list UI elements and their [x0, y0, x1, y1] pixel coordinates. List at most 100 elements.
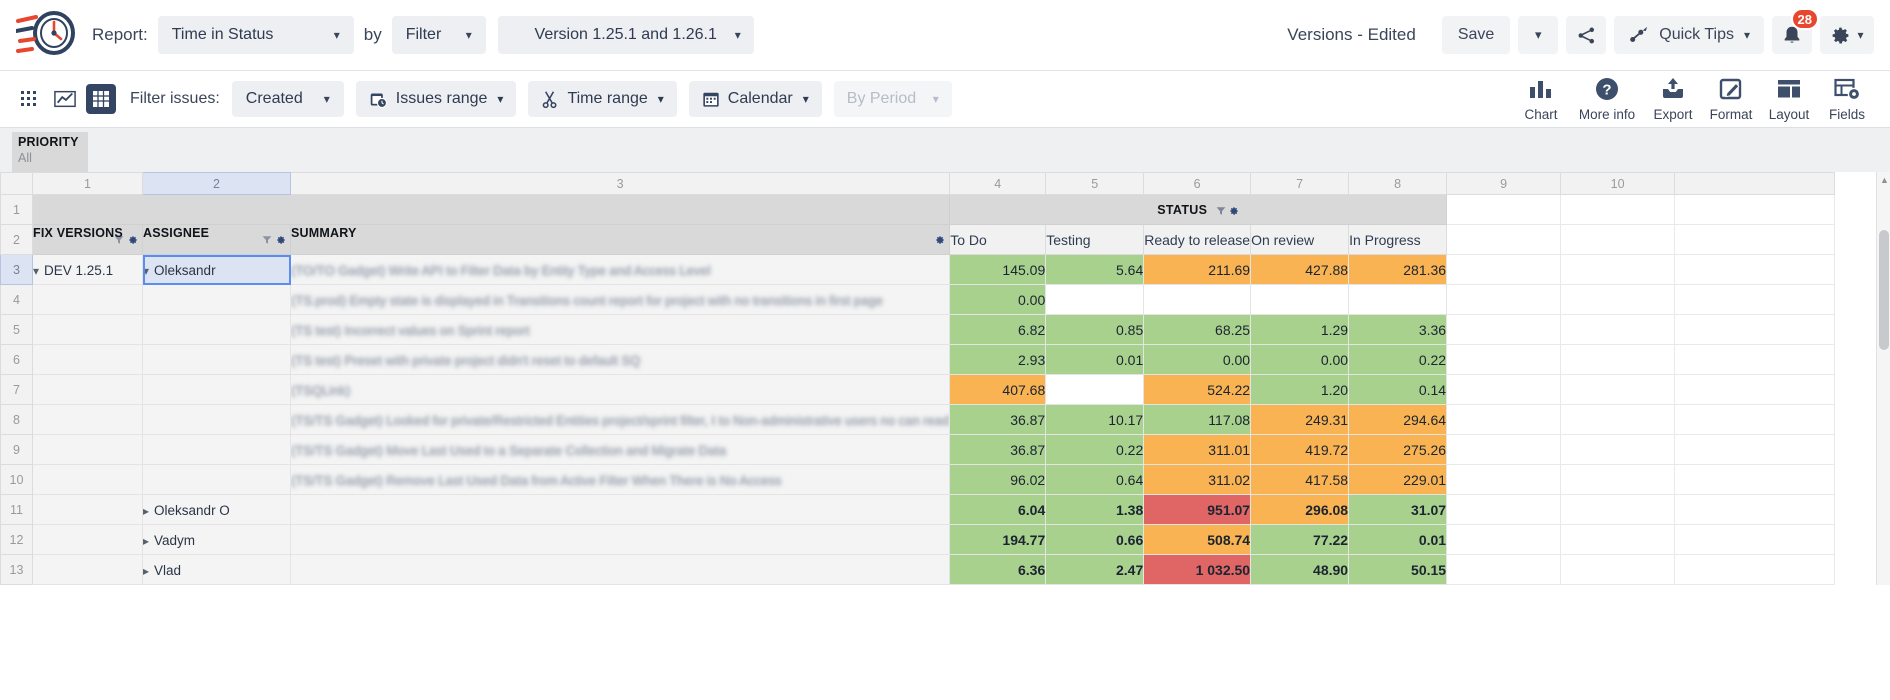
- cell-status-value[interactable]: 294.64: [1349, 405, 1447, 435]
- cell-status-value[interactable]: 1.20: [1251, 375, 1349, 405]
- cell-status-value[interactable]: 10.17: [1046, 405, 1144, 435]
- by-period-select[interactable]: By Period ▾: [834, 81, 952, 117]
- cell-status-value[interactable]: 2.47: [1046, 555, 1144, 585]
- cell-assignee[interactable]: ▸Vadym: [143, 525, 291, 555]
- cell-status-value[interactable]: 0.22: [1349, 345, 1447, 375]
- cell-status-value[interactable]: 249.31: [1251, 405, 1349, 435]
- cell-status-value[interactable]: 68.25: [1144, 315, 1251, 345]
- cell-summary[interactable]: [291, 555, 950, 585]
- cell-fix-versions[interactable]: [33, 435, 143, 465]
- format-tool[interactable]: Format: [1702, 74, 1760, 124]
- settings-button[interactable]: ▾: [1820, 16, 1874, 54]
- cell-status-value[interactable]: 0.66: [1046, 525, 1144, 555]
- cell-assignee[interactable]: [143, 405, 291, 435]
- gear-icon[interactable]: [1229, 206, 1239, 216]
- cell-fix-versions[interactable]: [33, 525, 143, 555]
- column-header-8[interactable]: 8: [1349, 173, 1447, 195]
- cell-status-value[interactable]: 194.77: [950, 525, 1046, 555]
- cell-status-value[interactable]: 2.93: [950, 345, 1046, 375]
- notifications-button[interactable]: 28: [1772, 16, 1812, 54]
- view-table-button[interactable]: [86, 84, 116, 114]
- expand-chevron-icon[interactable]: ▸: [143, 504, 149, 518]
- row-header-2[interactable]: 2: [1, 225, 33, 255]
- cell-fix-versions[interactable]: [33, 555, 143, 585]
- column-header-6[interactable]: 6: [1144, 173, 1251, 195]
- cell-status-value[interactable]: 407.68: [950, 375, 1046, 405]
- created-select[interactable]: Created ▾: [232, 81, 344, 117]
- cell-summary[interactable]: (TO/TO Gadget) Write API to Filter Data …: [291, 255, 950, 285]
- cell-status-value[interactable]: 0.00: [1144, 345, 1251, 375]
- cell-fix-versions[interactable]: [33, 315, 143, 345]
- cell-status-value[interactable]: 31.07: [1349, 495, 1447, 525]
- cell-assignee[interactable]: [143, 465, 291, 495]
- cell-summary[interactable]: (TS test) Incorrect values on Sprint rep…: [291, 315, 950, 345]
- cell-fix-versions[interactable]: [33, 465, 143, 495]
- cell-summary[interactable]: (TS/TS Gadget) Looked for private/Restri…: [291, 405, 950, 435]
- cell-fix-versions[interactable]: [33, 345, 143, 375]
- cell-assignee[interactable]: ▸Vlad: [143, 555, 291, 585]
- cell-summary[interactable]: (TS/TS Gadget) Move Last Used to a Separ…: [291, 435, 950, 465]
- column-summary[interactable]: SUMMARY: [291, 225, 950, 255]
- quick-tips-button[interactable]: Quick Tips ▾: [1614, 16, 1764, 54]
- table-row[interactable]: 3▾DEV 1.25.1▾Oleksandr(TO/TO Gadget) Wri…: [1, 255, 1835, 285]
- expand-chevron-icon[interactable]: ▸: [143, 534, 149, 548]
- row-header-8[interactable]: 8: [1, 405, 33, 435]
- cell-status-value[interactable]: 419.72: [1251, 435, 1349, 465]
- cell-status-value[interactable]: 951.07: [1144, 495, 1251, 525]
- row-header-11[interactable]: 11: [1, 495, 33, 525]
- cell-status-value[interactable]: 117.08: [1144, 405, 1251, 435]
- export-tool[interactable]: Export: [1644, 74, 1702, 124]
- assignee-header-icons[interactable]: [262, 226, 290, 254]
- cell-assignee[interactable]: [143, 345, 291, 375]
- table-row[interactable]: 10(TS/TS Gadget) Remove Last Used Data f…: [1, 465, 1835, 495]
- cell-status-value[interactable]: 1 032.50: [1144, 555, 1251, 585]
- table-row[interactable]: 12▸Vadym194.770.66508.7477.220.01: [1, 525, 1835, 555]
- cell-fix-versions[interactable]: [33, 495, 143, 525]
- vertical-scrollbar[interactable]: ▲: [1876, 172, 1890, 585]
- table-row[interactable]: 13▸Vlad6.362.471 032.5048.9050.15: [1, 555, 1835, 585]
- cell-status-value[interactable]: 0.22: [1046, 435, 1144, 465]
- cell-summary[interactable]: (TS.prod) Empty state is displayed in Tr…: [291, 285, 950, 315]
- cell-summary[interactable]: (TSQLink): [291, 375, 950, 405]
- summary-header-icons[interactable]: [935, 226, 949, 254]
- cell-assignee[interactable]: [143, 375, 291, 405]
- table-row[interactable]: 5 (TS test) Incorrect values on Sprint re…: [1, 315, 1835, 345]
- cell-status-value[interactable]: 508.74: [1144, 525, 1251, 555]
- row-header-9[interactable]: 9: [1, 435, 33, 465]
- cell-status-value[interactable]: 417.58: [1251, 465, 1349, 495]
- scroll-up-icon[interactable]: ▲: [1880, 175, 1889, 185]
- cell-fix-versions[interactable]: ▾DEV 1.25.1: [33, 255, 143, 285]
- time-range-button[interactable]: Time range ▾: [528, 81, 676, 117]
- table-row[interactable]: 7 (TSQLink)407.68 524.221.200.14: [1, 375, 1835, 405]
- cell-status-value[interactable]: [1046, 285, 1144, 315]
- chart-tool[interactable]: Chart: [1512, 74, 1570, 124]
- cell-assignee[interactable]: [143, 285, 291, 315]
- row-header-1[interactable]: 1: [1, 195, 33, 225]
- cell-status-value[interactable]: 0.85: [1046, 315, 1144, 345]
- cell-status-value[interactable]: 50.15: [1349, 555, 1447, 585]
- cell-summary[interactable]: [291, 495, 950, 525]
- expand-chevron-icon[interactable]: ▾: [33, 264, 39, 278]
- save-options-button[interactable]: ▾: [1518, 16, 1558, 54]
- row-header-7[interactable]: 7: [1, 375, 33, 405]
- table-row[interactable]: 4(TS.prod) Empty state is displayed in T…: [1, 285, 1835, 315]
- gear-icon[interactable]: [276, 235, 286, 245]
- row-header-5[interactable]: 5: [1, 315, 33, 345]
- column-header-7[interactable]: 7: [1251, 173, 1349, 195]
- cell-summary[interactable]: (TS test) Preset with private project di…: [291, 345, 950, 375]
- cell-status-value[interactable]: 0.64: [1046, 465, 1144, 495]
- share-button[interactable]: [1566, 16, 1606, 54]
- column-header-9[interactable]: 9: [1447, 173, 1561, 195]
- status-header-to-do[interactable]: To Do: [950, 225, 1046, 255]
- view-grid-button[interactable]: [14, 84, 44, 114]
- layout-tool[interactable]: Layout: [1760, 74, 1818, 124]
- cell-status-value[interactable]: 1.38: [1046, 495, 1144, 525]
- cell-status-value[interactable]: 0.14: [1349, 375, 1447, 405]
- cell-status-value[interactable]: 145.09: [950, 255, 1046, 285]
- cell-status-value[interactable]: 427.88: [1251, 255, 1349, 285]
- cell-status-value[interactable]: 524.22: [1144, 375, 1251, 405]
- status-header-icons[interactable]: [1216, 206, 1239, 216]
- cell-status-value[interactable]: 0.00: [950, 285, 1046, 315]
- scrollbar-thumb[interactable]: [1879, 230, 1889, 350]
- column-header-1[interactable]: 1: [33, 173, 143, 195]
